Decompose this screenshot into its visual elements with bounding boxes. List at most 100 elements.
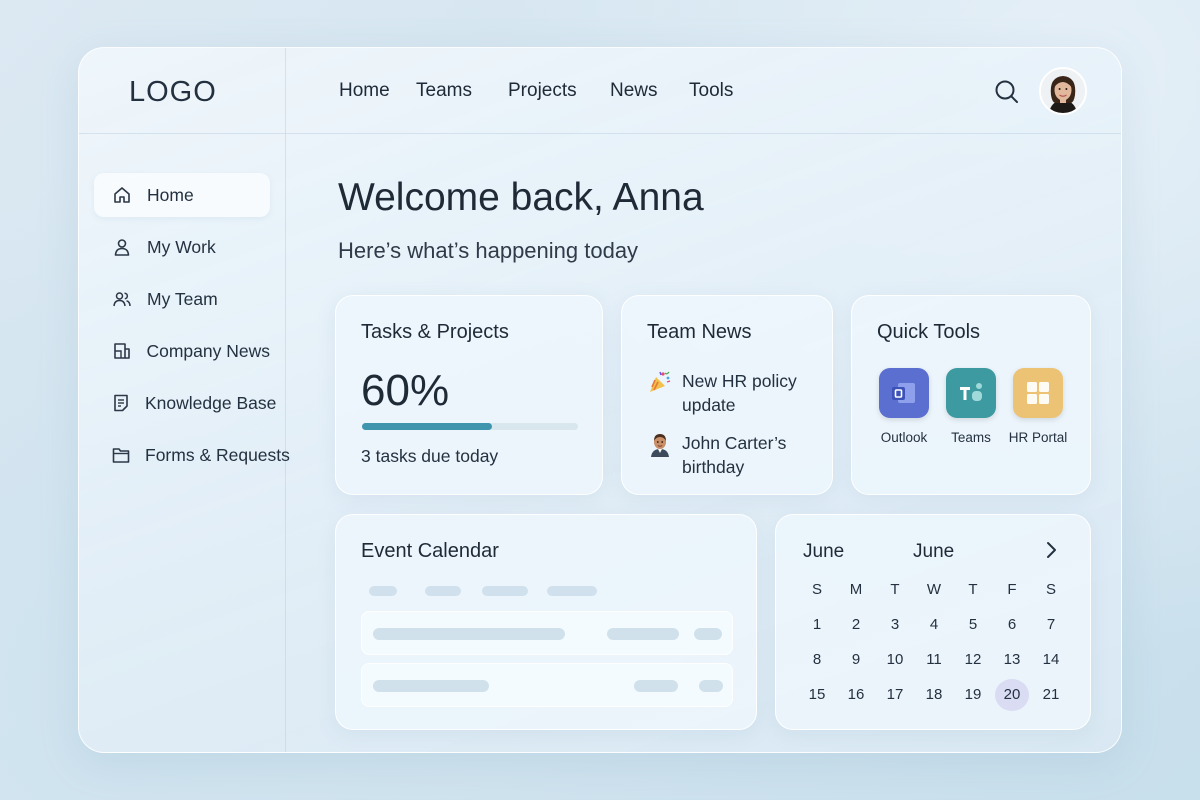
- calendar-month-label: June: [803, 541, 845, 562]
- tasks-due-text: 3 tasks due today: [361, 446, 499, 466]
- sidebar-item-home[interactable]: Home: [94, 173, 270, 217]
- tasks-percent: 60%: [361, 366, 450, 415]
- app-window: LOGO Home Teams Projects News Tools Home…: [78, 47, 1122, 753]
- person-emoji-icon: [647, 431, 673, 457]
- calendar-day[interactable]: 12: [956, 644, 990, 676]
- party-popper-icon: [647, 369, 673, 395]
- avatar[interactable]: [1039, 67, 1087, 115]
- news-item-text: New HR policy update: [682, 371, 797, 415]
- tasks-card[interactable]: Tasks & Projects 60% 3 tasks due today: [335, 295, 603, 495]
- placeholder-line: [634, 680, 678, 692]
- calendar-day[interactable]: 18: [917, 679, 951, 711]
- sidebar-divider: [285, 48, 286, 752]
- calendar-day[interactable]: 2: [839, 609, 873, 641]
- teams-icon: [946, 368, 996, 418]
- sidebar-item-knowledge-base[interactable]: Knowledge Base: [94, 381, 276, 425]
- calendar-day[interactable]: 10: [878, 644, 912, 676]
- outlook-icon: [879, 368, 929, 418]
- calendar-day[interactable]: 14: [1034, 644, 1068, 676]
- calendar-day[interactable]: 1: [800, 609, 834, 641]
- sidebar-item-my-work[interactable]: My Work: [94, 225, 270, 269]
- event-calendar-card: Event Calendar: [335, 514, 757, 730]
- calendar-day-selected[interactable]: 20: [995, 679, 1029, 711]
- event-row-placeholder[interactable]: [361, 611, 733, 655]
- calendar-day[interactable]: 19: [956, 679, 990, 711]
- placeholder-line: [694, 628, 722, 640]
- mini-calendar-card: June June S M T W T F S 1 2 3 4 5 6 7 8 9 10 11 12 13 14 15 16…: [775, 514, 1091, 730]
- event-calendar-title: Event Calendar: [361, 540, 499, 562]
- nav-teams[interactable]: Teams: [416, 80, 472, 102]
- placeholder-line: [373, 628, 565, 640]
- event-row-placeholder[interactable]: [361, 663, 733, 707]
- calendar-weekday: S: [811, 581, 822, 598]
- chevron-right-icon[interactable]: [1040, 539, 1062, 561]
- sidebar-item-label: My Work: [147, 236, 216, 257]
- sidebar-item-my-team[interactable]: My Team: [94, 277, 270, 321]
- page-title: Welcome back, Anna: [338, 176, 704, 219]
- calendar-weekday: T: [968, 581, 978, 598]
- calendar-day[interactable]: 15: [800, 679, 834, 711]
- calendar-month-title: June: [913, 541, 955, 562]
- tool-outlook[interactable]: Outlook: [868, 368, 940, 445]
- team-news-title: Team News: [647, 321, 752, 343]
- users-icon: [111, 288, 133, 310]
- calendar-day[interactable]: 11: [917, 644, 951, 676]
- calendar-day[interactable]: 3: [878, 609, 912, 641]
- search-icon[interactable]: [993, 78, 1021, 106]
- nav-tools[interactable]: Tools: [689, 80, 733, 102]
- calendar-day[interactable]: 8: [800, 644, 834, 676]
- placeholder-tab: [369, 586, 397, 596]
- news-item[interactable]: New HR policy update: [647, 369, 822, 417]
- tool-teams[interactable]: Teams: [935, 368, 1007, 445]
- page-subtitle: Here’s what’s happening today: [338, 238, 639, 263]
- placeholder-tab: [482, 586, 528, 596]
- news-item-text: John Carter’s birthday: [682, 433, 787, 477]
- calendar-day[interactable]: 13: [995, 644, 1029, 676]
- sidebar-item-label: Forms & Requests: [145, 444, 290, 465]
- sidebar-item-forms-requests[interactable]: Forms & Requests: [94, 433, 290, 477]
- team-news-card: Team News New HR policy update John Cart…: [621, 295, 833, 495]
- document-icon: [111, 392, 131, 414]
- placeholder-line: [373, 680, 489, 692]
- top-bar: LOGO Home Teams Projects News Tools: [79, 48, 1121, 134]
- sidebar-item-label: Home: [147, 184, 194, 205]
- sidebar-item-label: My Team: [147, 288, 218, 309]
- calendar-day[interactable]: 7: [1034, 609, 1068, 641]
- tasks-progress-fill: [362, 423, 492, 430]
- quick-tools-card: Quick Tools Outlook Teams HR Portal: [851, 295, 1091, 495]
- sidebar-item-label: Company News: [146, 340, 270, 361]
- tool-label: Teams: [951, 430, 991, 445]
- placeholder-tab: [425, 586, 461, 596]
- calendar-day[interactable]: 21: [1034, 679, 1068, 711]
- calendar-weekday: F: [1007, 581, 1017, 598]
- sidebar-item-label: Knowledge Base: [145, 392, 277, 413]
- tasks-progress-bar: [362, 423, 578, 430]
- calendar-day[interactable]: 17: [878, 679, 912, 711]
- tasks-card-title: Tasks & Projects: [361, 321, 509, 343]
- news-item[interactable]: John Carter’s birthday: [647, 431, 822, 479]
- tool-label: HR Portal: [1008, 430, 1068, 445]
- calendar-weekday: T: [890, 581, 900, 598]
- quick-tools-title: Quick Tools: [877, 321, 981, 343]
- calendar-day[interactable]: 4: [917, 609, 951, 641]
- nav-home[interactable]: Home: [339, 80, 390, 102]
- calendar-day[interactable]: 5: [956, 609, 990, 641]
- calendar-weekday: M: [849, 581, 863, 598]
- calendar-day[interactable]: 6: [995, 609, 1029, 641]
- placeholder-line: [607, 628, 679, 640]
- folder-icon: [111, 444, 131, 466]
- calendar-day[interactable]: 9: [839, 644, 873, 676]
- sidebar-item-company-news[interactable]: Company News: [94, 329, 270, 373]
- logo[interactable]: LOGO: [129, 76, 217, 109]
- hr-portal-icon: [1013, 368, 1063, 418]
- calendar-day[interactable]: 16: [839, 679, 873, 711]
- calendar-weekday: S: [1045, 581, 1056, 598]
- placeholder-line: [699, 680, 723, 692]
- tool-hr-portal[interactable]: HR Portal: [1002, 368, 1074, 445]
- nav-news[interactable]: News: [610, 80, 658, 102]
- calendar-weekday: W: [926, 581, 942, 598]
- user-icon: [111, 236, 133, 258]
- nav-projects[interactable]: Projects: [508, 80, 577, 102]
- home-icon: [111, 184, 133, 206]
- placeholder-tab: [547, 586, 597, 596]
